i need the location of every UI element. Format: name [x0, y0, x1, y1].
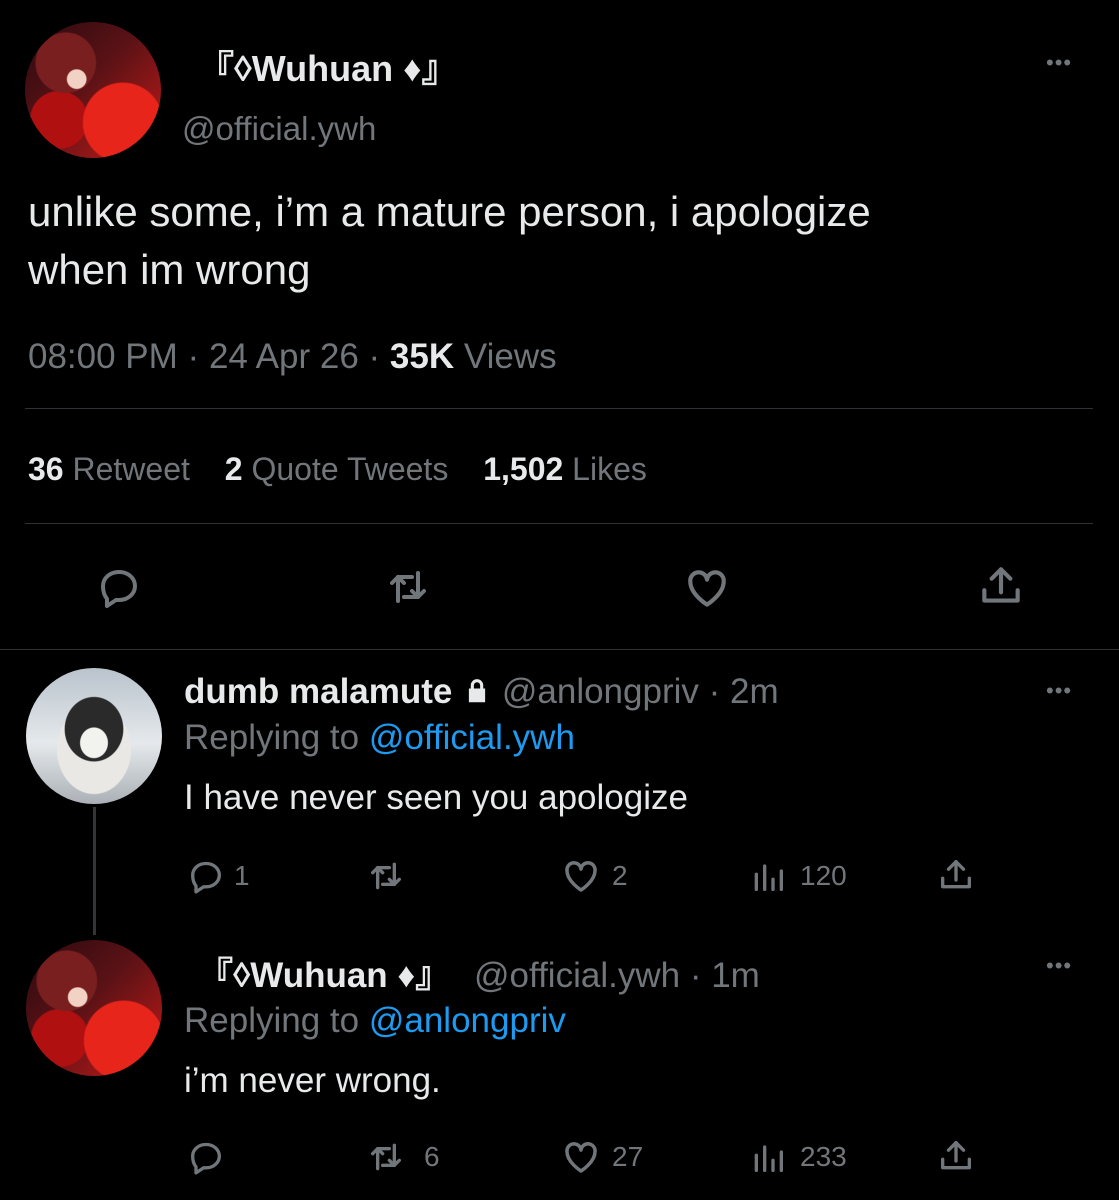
reply-icon[interactable]	[186, 856, 226, 896]
reply-count: 1	[234, 860, 250, 891]
retweet-count: 6	[424, 1141, 440, 1172]
replying-prefix: Replying to	[184, 1001, 360, 1040]
reply-avatar[interactable]	[26, 940, 162, 1076]
divider	[25, 408, 1093, 409]
likes-stat[interactable]: 1,502 Likes	[483, 451, 647, 487]
quote-count: 2	[224, 451, 243, 487]
likes-label: Likes	[572, 451, 647, 487]
views-icon[interactable]	[748, 856, 788, 896]
tweet-text-line-1: unlike some, i’m a mature person, i apol…	[28, 188, 871, 235]
divider	[0, 649, 1119, 650]
view-count: 120	[800, 860, 847, 891]
author-avatar[interactable]	[25, 22, 161, 158]
reply-text: i’m never wrong.	[184, 1061, 441, 1100]
share-icon[interactable]	[976, 561, 1026, 611]
replying-handle-link[interactable]: @anlongpriv	[369, 1001, 566, 1040]
meta-separator: ·	[187, 337, 200, 376]
retweet-icon[interactable]	[384, 563, 432, 611]
like-count: 2	[612, 860, 628, 891]
engagement-stats: 36 Retweet 2 Quote Tweets 1,502 Likes	[28, 451, 647, 488]
retweets-stat[interactable]: 36 Retweet	[28, 451, 199, 487]
reply-display-name[interactable]: dumb malamute	[184, 672, 452, 711]
like-count: 27	[612, 1141, 644, 1172]
reply-age[interactable]: · 1m	[690, 956, 760, 995]
views-icon[interactable]	[748, 1137, 788, 1177]
views-label: Views	[463, 337, 557, 376]
share-icon[interactable]	[936, 1136, 976, 1176]
reply-icon[interactable]	[95, 563, 143, 611]
view-count: 233	[800, 1141, 847, 1172]
retweet-label: Retweet	[72, 451, 190, 487]
reply-display-name[interactable]: 『◊Wuhuan ♦』	[198, 956, 450, 995]
more-icon[interactable]: •••	[1046, 680, 1072, 702]
replying-prefix: Replying to	[184, 718, 360, 757]
views-count: 35K	[389, 337, 455, 376]
thread-connector	[93, 807, 96, 935]
likes-count: 1,502	[483, 451, 564, 487]
like-icon[interactable]	[560, 1136, 602, 1178]
like-icon[interactable]	[560, 855, 602, 897]
tweet-time[interactable]: 08:00 PM	[28, 337, 178, 376]
reply-handle[interactable]: @anlongpriv	[502, 672, 699, 711]
author-display-name[interactable]: 『◊Wuhuan ♦』	[198, 40, 457, 92]
lock-icon	[469, 679, 486, 703]
retweet-icon[interactable]	[366, 856, 406, 896]
tweet-date[interactable]: 24 Apr 26	[209, 337, 359, 376]
reply-age[interactable]: · 2m	[709, 672, 779, 711]
author-handle[interactable]: @official.ywh	[182, 110, 376, 148]
replying-to: Replying to @official.ywh	[184, 718, 575, 758]
reply-header: dumb malamute @anlongpriv · 2m	[184, 672, 779, 712]
like-icon[interactable]	[682, 563, 732, 613]
reply-text: I have never seen you apologize	[184, 778, 688, 817]
tweet-meta: 08:00 PM · 24 Apr 26 · 35K Views	[28, 337, 557, 377]
quotes-stat[interactable]: 2 Quote Tweets	[225, 451, 457, 487]
more-icon[interactable]: •••	[1046, 52, 1072, 74]
replying-to: Replying to @anlongpriv	[184, 1001, 566, 1041]
meta-separator: ·	[368, 337, 381, 376]
reply-handle[interactable]: @official.ywh	[474, 956, 680, 995]
retweet-icon[interactable]	[366, 1137, 406, 1177]
reply-header: 『◊Wuhuan ♦』 @official.ywh · 1m	[198, 947, 760, 998]
replying-handle-link[interactable]: @official.ywh	[369, 718, 575, 757]
more-icon[interactable]: •••	[1046, 955, 1072, 977]
reply-avatar[interactable]	[26, 668, 162, 804]
divider	[25, 523, 1093, 524]
reply-icon[interactable]	[186, 1137, 226, 1177]
quote-label: Quote Tweets	[251, 451, 449, 487]
tweet-text-line-2: when im wrong	[28, 246, 311, 293]
retweet-count: 36	[28, 451, 64, 487]
share-icon[interactable]	[936, 855, 976, 895]
